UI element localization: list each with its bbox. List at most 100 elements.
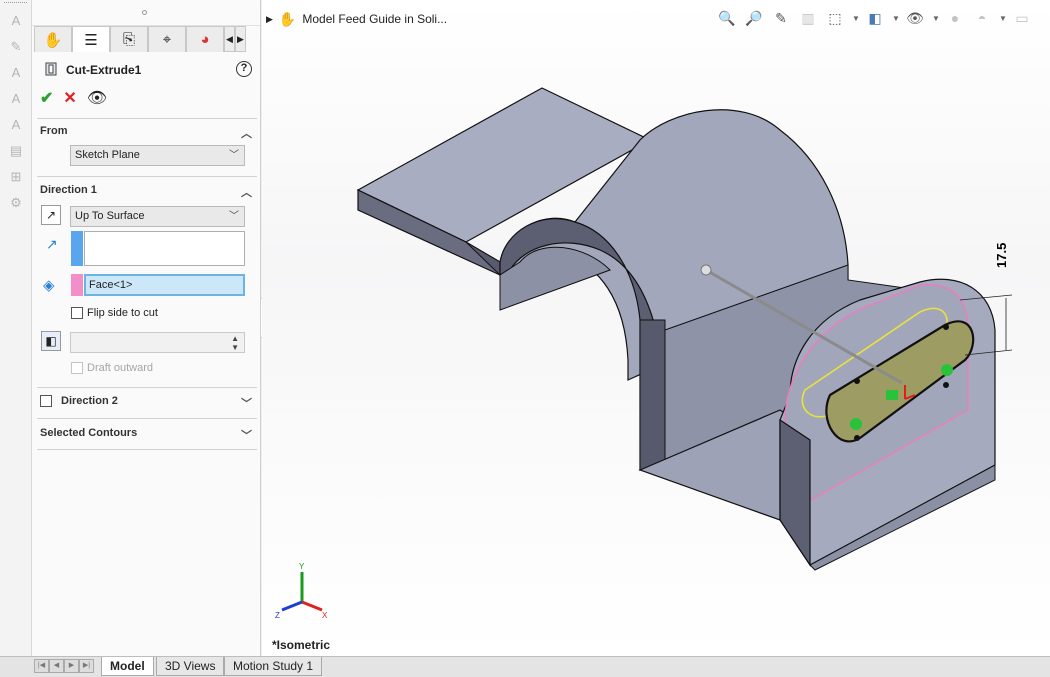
coincident-relation-icon (941, 364, 953, 376)
from-section-header[interactable]: From ︿ (40, 125, 256, 143)
datum-icon[interactable]: ▤ (5, 140, 27, 162)
up-to-surface-field[interactable]: Face<1> (84, 274, 245, 296)
ok-checkmark-icon[interactable]: ✔ (40, 88, 53, 107)
apply-scene-icon[interactable]: ◓ (972, 9, 992, 27)
display-tab[interactable]: ◕ (186, 26, 224, 52)
weld-symbol-icon[interactable]: A (5, 88, 27, 110)
triad-z-axis (281, 600, 303, 612)
zoom-to-area-icon[interactable]: 🔎 (744, 9, 764, 27)
display-style-icon[interactable]: ◧ (865, 9, 885, 27)
feature-tree-flyout[interactable]: ▶ ✋ Model Feed Guide in Soli... (266, 10, 447, 28)
section-view-icon[interactable]: ▥ (798, 9, 818, 27)
collapse-handle-icon[interactable] (142, 10, 147, 15)
dropdown-arrow-icon[interactable]: ▼ (892, 14, 900, 23)
spinner-arrows-icon[interactable]: ▲ ▼ (231, 334, 239, 352)
help-icon[interactable]: ? (236, 61, 252, 77)
tab-scroll-right-icon[interactable]: ▶ (235, 26, 246, 52)
balloon-tool-icon[interactable]: A (5, 62, 27, 84)
pm-header: Cut-Extrude1 ? (42, 61, 252, 79)
first-tab-icon[interactable]: |◀ (34, 659, 49, 673)
view-orientation-label: *Isometric (272, 638, 331, 652)
triad-x-label: X (322, 611, 328, 620)
direction2-checkbox[interactable] (40, 395, 52, 407)
zoom-to-fit-icon[interactable]: 🔍 (717, 9, 737, 27)
tab-3d-views[interactable]: 3D Views (156, 657, 225, 676)
cancel-x-icon[interactable]: ✕ (63, 88, 76, 107)
direction-vector-swatch (71, 231, 83, 266)
cut-extrude-icon (45, 62, 57, 76)
draft-angle-spinner[interactable]: ▲ ▼ (70, 332, 245, 353)
dropdown-arrow-icon[interactable]: ▼ (999, 14, 1007, 23)
part-icon: ✋ (278, 10, 297, 27)
start-condition-select[interactable]: Sketch Plane ﹀ (70, 145, 245, 166)
draft-icon[interactable]: ◧ (41, 331, 61, 351)
color-wheel-icon: ◕ (200, 31, 210, 48)
end-condition-value: Up To Surface (75, 210, 145, 222)
sketch-point (943, 324, 949, 330)
note-tool-icon[interactable]: ✎ (5, 36, 27, 58)
relations-icon[interactable]: ⚙ (5, 192, 27, 214)
horizontal-relation-icon (886, 390, 898, 400)
selected-contours-section-header[interactable]: Selected Contours ﹀ (40, 427, 256, 445)
graphics-area[interactable]: 17.5 ▶ ✋ Model Feed Guide in Soli... 🔍 🔎… (262, 0, 1050, 657)
dropdown-arrow-icon[interactable]: ▼ (932, 14, 940, 23)
collapse-chevron-up-icon[interactable]: ︿ (241, 184, 252, 200)
draft-outward-checkbox (71, 362, 83, 374)
expand-chevron-down-icon[interactable]: ﹀ (241, 395, 252, 411)
confirm-row: ✔ ✕ 👁 (40, 88, 107, 107)
solidworks-window: A ✎ A A A ▤ ⊞ ⚙ ✋ ☰ ⎘ ⌖ ◕ ◀ ▶ Cut-Extrud… (0, 0, 1050, 677)
edit-appearance-icon[interactable]: ● (945, 9, 965, 27)
direction-vector-field[interactable] (84, 231, 245, 266)
chevron-down-icon: ﹀ (229, 150, 239, 161)
property-manager: ✋ ☰ ⎘ ⌖ ◕ ◀ ▶ Cut-Extrude1 ? ✔ ✕ 👁 From … (32, 0, 261, 657)
direction1-section-header[interactable]: Direction 1 ︿ (40, 184, 256, 202)
reverse-direction-icon[interactable]: ↗ (41, 205, 61, 225)
direction-arrow-head (700, 264, 712, 276)
previous-view-icon[interactable]: ✎ (771, 9, 791, 27)
bottom-tab-bar: |◀ ◀ ▶ ▶| Model 3D Views Motion Study 1 (0, 656, 1050, 677)
selected-contours-header-label: Selected Contours (40, 427, 138, 439)
smart-dimension-icon[interactable]: ⊞ (5, 166, 27, 188)
view-settings-icon[interactable]: ▭ (1012, 9, 1032, 27)
sketch-point (854, 378, 860, 384)
view-orientation-icon[interactable]: ⬚ (825, 9, 845, 27)
next-tab-icon[interactable]: ▶ (64, 659, 79, 673)
surface-finish-icon[interactable]: A (5, 114, 27, 136)
feature-title: Cut-Extrude1 (66, 63, 142, 77)
detailed-preview-eye-icon[interactable]: 👁 (87, 88, 107, 107)
tab-model[interactable]: Model (101, 657, 154, 676)
expand-arrow-icon[interactable]: ▶ (266, 14, 273, 25)
annotation-tool-icon[interactable]: A (5, 10, 27, 32)
triad-x-axis (301, 600, 323, 612)
tab-navigation: |◀ ◀ ▶ ▶| (34, 659, 94, 673)
end-condition-select[interactable]: Up To Surface ﹀ (70, 206, 245, 227)
dropdown-arrow-icon[interactable]: ▼ (852, 14, 860, 23)
flip-side-checkbox[interactable] (71, 307, 83, 319)
hide-show-items-icon[interactable]: 👁 (905, 9, 925, 27)
dimxpert-tab[interactable]: ⌖ (148, 26, 186, 52)
document-title: Model Feed Guide in Soli... (302, 12, 448, 26)
dimension-value[interactable]: 17.5 (994, 243, 1009, 268)
collapse-chevron-up-icon[interactable]: ︿ (241, 125, 252, 141)
direction-vector-icon: ↗ (46, 236, 58, 252)
property-list-icon: ☰ (84, 31, 98, 49)
propertymanager-tab[interactable]: ☰ (72, 26, 110, 52)
left-command-strip: A ✎ A A A ▤ ⊞ ⚙ (0, 0, 32, 657)
tab-scroll-left-icon[interactable]: ◀ (224, 26, 235, 52)
expand-chevron-down-icon[interactable]: ﹀ (241, 427, 252, 443)
draft-outward-label: Draft outward (87, 362, 154, 374)
last-tab-icon[interactable]: ▶| (79, 659, 94, 673)
face-selection-icon: ◈ (43, 277, 55, 294)
configurationmanager-tab[interactable]: ⎘ (110, 26, 148, 52)
strip-grip[interactable] (4, 2, 27, 6)
section-divider (37, 418, 257, 419)
tab-motion-study[interactable]: Motion Study 1 (224, 657, 323, 676)
section-divider (37, 449, 257, 450)
sketch-point (943, 382, 949, 388)
direction2-section-header[interactable]: Direction 2 ﹀ (61, 395, 256, 413)
arch-front-wall (639, 319, 666, 471)
sketch-point (854, 435, 860, 441)
featuremanager-tab[interactable]: ✋ (34, 26, 72, 52)
prev-tab-icon[interactable]: ◀ (49, 659, 64, 673)
crosshair-icon: ⌖ (162, 31, 172, 48)
